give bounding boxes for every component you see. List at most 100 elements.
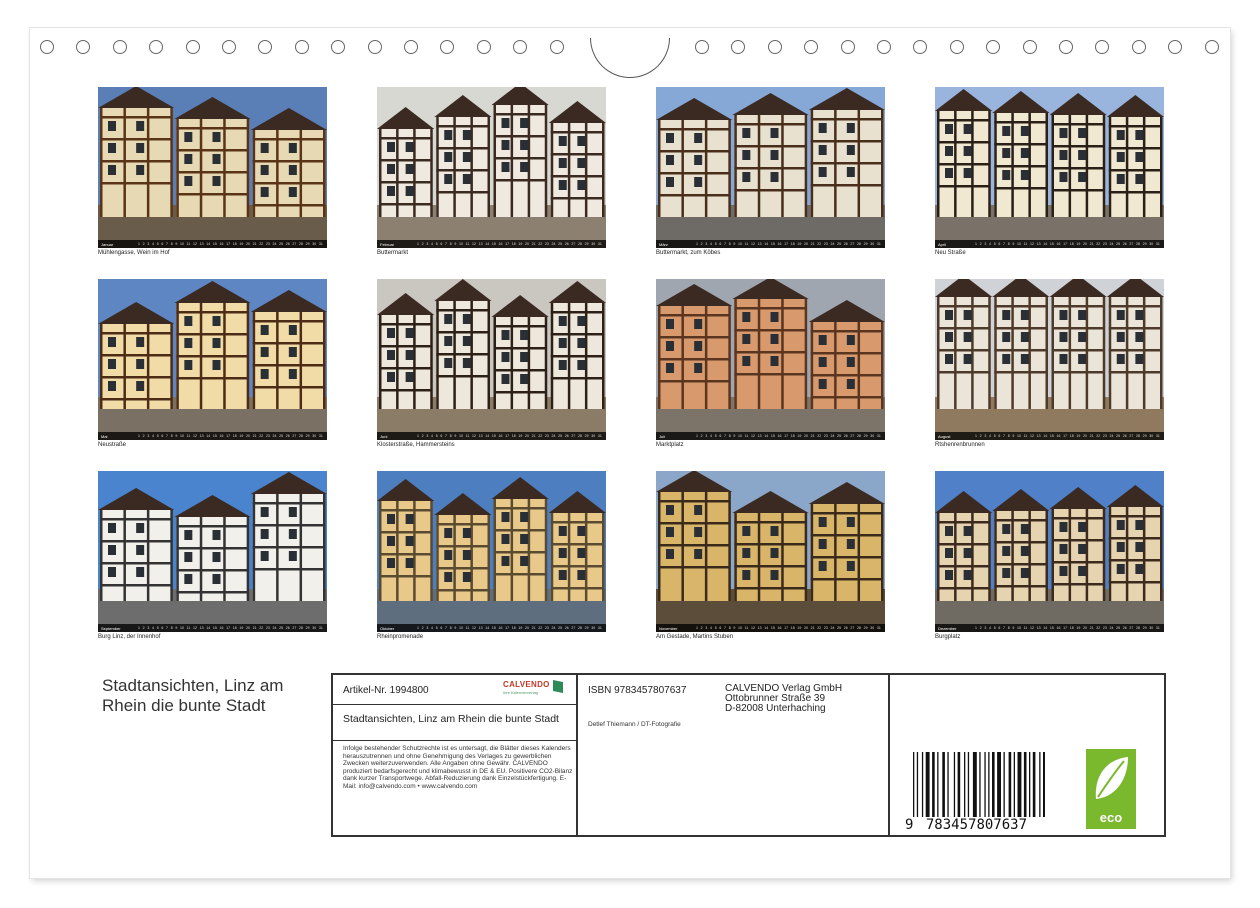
day-number: 12 xyxy=(751,626,755,630)
day-number: 19 xyxy=(518,434,523,438)
photo-image xyxy=(98,87,327,248)
day-number: 28 xyxy=(1136,242,1140,246)
day-number: 17 xyxy=(784,242,789,246)
photo-image xyxy=(656,279,885,440)
calendar-strip: Februar 1 2 3 4 5 6 7 8 9 10 11 12 13 14 15 16 17 18 19 20 21… xyxy=(377,240,606,248)
day-number: 12 xyxy=(1030,434,1034,438)
day-number: 15 xyxy=(212,626,217,630)
photo-image xyxy=(377,279,606,440)
day-number: 26 xyxy=(843,242,848,246)
calvendo-wordmark: CALVENDO xyxy=(503,680,550,689)
day-number: 9 xyxy=(454,626,457,630)
day-number: 14 xyxy=(1043,242,1048,246)
binding-hole xyxy=(185,40,200,54)
day-number: 15 xyxy=(1049,626,1054,630)
day-number: 19 xyxy=(518,242,523,246)
day-number: 3 xyxy=(984,626,987,630)
calendar-strip: April 1 2 3 4 5 6 7 8 9 10 11 12 13 14 15 16 17 18 19 20 21 22… xyxy=(935,240,1164,248)
day-number: 9 xyxy=(733,626,736,630)
day-number: 26 xyxy=(1122,626,1127,630)
day-number: 5 xyxy=(993,242,996,246)
day-number: 31 xyxy=(876,626,881,630)
day-number: 6 xyxy=(161,434,164,438)
month-label: Dezember xyxy=(938,626,957,631)
day-number: 2 xyxy=(421,626,424,630)
day-numbers: 1 2 3 4 5 6 7 8 9 10 11 12 13 14 15 16 17 18 19 20 21 22 23 24 2… xyxy=(138,626,323,631)
barcode-bar xyxy=(921,752,924,817)
day-number: 4 xyxy=(989,626,991,630)
photo-caption: Am Gestade, Martins Stuben xyxy=(656,634,734,640)
barcode-bar xyxy=(957,752,961,817)
day-number: 28 xyxy=(857,626,861,630)
day-number: 10 xyxy=(459,626,463,630)
day-number: 17 xyxy=(1063,242,1068,246)
calendar-strip: Mai 1 2 3 4 5 6 7 8 9 10 11 12 13 14 15 16 17 18 19 20 21 22 23… xyxy=(98,432,327,440)
day-number: 26 xyxy=(843,626,848,630)
day-number: 2 xyxy=(142,434,145,438)
barcode-bar xyxy=(1032,752,1036,817)
day-number: 1 xyxy=(696,626,698,630)
binding-hole xyxy=(440,40,455,54)
day-number: 30 xyxy=(870,626,875,630)
day-number: 19 xyxy=(239,626,244,630)
day-number: 10 xyxy=(738,626,742,630)
day-number: 4 xyxy=(152,626,154,630)
binding-hole xyxy=(404,40,418,54)
day-number: 23 xyxy=(265,242,270,246)
month-photo: Oktober 1 2 3 4 5 6 7 8 9 10 11 12 13 14 15 16 17 18 19 20 21… xyxy=(377,471,606,632)
day-number: 27 xyxy=(292,242,297,246)
day-number: 6 xyxy=(440,626,443,630)
binding-hole xyxy=(949,40,964,54)
barcode-digit-group1: 783457 xyxy=(925,817,977,833)
day-number: 18 xyxy=(511,434,516,438)
day-number: 14 xyxy=(764,434,769,438)
article-cell: Artikel-Nr. 1994800 CALVENDO Ihre Kalend… xyxy=(333,675,578,705)
day-number: 24 xyxy=(272,242,277,246)
day-number: 27 xyxy=(1129,626,1134,630)
month-label: November xyxy=(659,626,678,631)
day-number: 7 xyxy=(445,434,447,438)
barcode-bar xyxy=(1043,752,1045,817)
photo-image xyxy=(935,471,1164,632)
day-number: 9 xyxy=(733,242,736,246)
barcode-bar xyxy=(925,752,930,817)
binding-hole xyxy=(913,40,928,54)
day-number: 14 xyxy=(206,626,211,630)
day-number: 5 xyxy=(435,626,438,630)
day-numbers: 1 2 3 4 5 6 7 8 9 10 11 12 13 14 15 16 17 18 19 20 21 22 23 24 2… xyxy=(975,242,1160,247)
photo-caption: Buttermarkt xyxy=(377,250,409,256)
product-title: Stadtansichten, Linz am Rhein die bunte … xyxy=(343,713,559,725)
binding-hole xyxy=(804,40,819,54)
barcode-bar xyxy=(967,752,970,817)
day-number: 4 xyxy=(989,434,991,438)
day-number: 1 xyxy=(417,434,419,438)
day-number: 25 xyxy=(279,626,284,630)
barcode-bar xyxy=(1017,752,1022,817)
day-number: 30 xyxy=(312,242,317,246)
day-number: 5 xyxy=(435,434,438,438)
photo-caption: Burgplatz xyxy=(935,634,961,640)
day-number: 7 xyxy=(724,626,726,630)
day-number: 14 xyxy=(206,242,211,246)
author: Detlef Thiemann / DT-Fotografie xyxy=(588,721,681,728)
day-number: 19 xyxy=(518,626,523,630)
binding-hole xyxy=(1095,40,1110,54)
day-number: 23 xyxy=(265,626,270,630)
day-number: 29 xyxy=(584,626,589,630)
day-number: 17 xyxy=(226,626,231,630)
barcode-bar xyxy=(1008,752,1012,817)
day-number: 30 xyxy=(1149,626,1154,630)
day-number: 12 xyxy=(751,434,755,438)
day-number: 9 xyxy=(454,242,457,246)
day-number: 9 xyxy=(175,626,178,630)
month-label: Mai xyxy=(101,434,108,439)
day-number: 19 xyxy=(239,242,244,246)
day-number: 19 xyxy=(1076,626,1081,630)
day-number: 14 xyxy=(485,242,490,246)
photo-caption: Neustraße xyxy=(98,442,127,448)
barcode-bar xyxy=(932,752,935,817)
day-number: 29 xyxy=(1142,242,1147,246)
day-number: 14 xyxy=(1043,626,1048,630)
day-number: 27 xyxy=(571,626,576,630)
barcode-bar xyxy=(984,752,986,817)
